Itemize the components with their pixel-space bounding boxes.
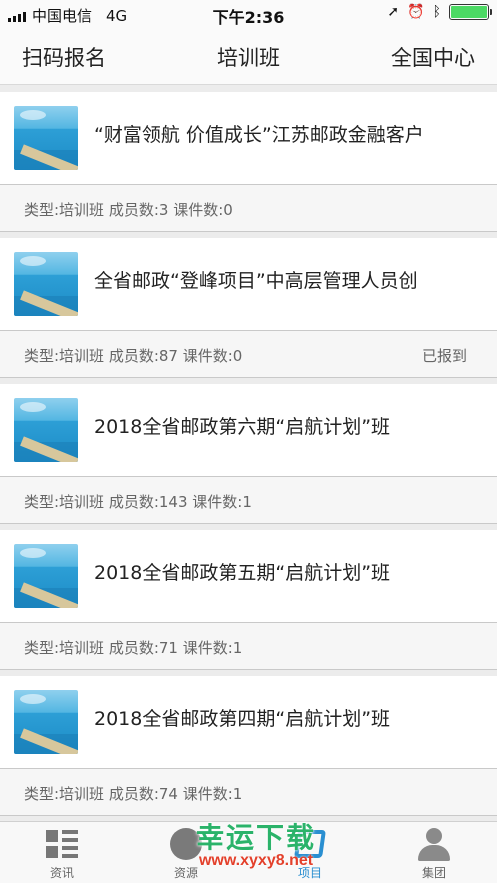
course-meta-row: 类型:培训班 成员数:71 课件数:1 xyxy=(0,622,497,670)
nav-bar: 扫码报名 培训班 全国中心 xyxy=(0,28,497,85)
tab-label: 集团 xyxy=(421,866,446,880)
tab-news[interactable]: 资讯 xyxy=(0,828,124,883)
news-icon xyxy=(44,828,80,862)
course-title: 2018全省邮政第五期“启航计划”班 xyxy=(94,562,391,584)
course-meta: 类型:培训班 成员数:87 课件数:0 xyxy=(24,347,243,365)
course-title: 2018全省邮政第六期“启航计划”班 xyxy=(94,416,391,438)
course-title: “财富领航 价值成长”江苏邮政金融客户 xyxy=(94,124,424,146)
course-list: “财富领航 价值成长”江苏邮政金融客户 类型:培训班 成员数:3 课件数:0 全… xyxy=(0,92,497,822)
battery-icon xyxy=(449,4,492,20)
bluetooth-icon: ᛒ xyxy=(432,4,441,20)
course-thumbnail xyxy=(14,252,78,316)
status-bar: 中国电信 4G 下午2:36 ➚ ⏰ ᛒ xyxy=(0,0,497,28)
list-item[interactable]: “财富领航 价值成长”江苏邮政金融客户 类型:培训班 成员数:3 课件数:0 xyxy=(0,92,497,232)
watermark: 幸运下载 www.xyxy8.net xyxy=(176,816,336,876)
group-icon xyxy=(416,828,452,862)
course-thumbnail xyxy=(14,690,78,754)
course-thumbnail xyxy=(14,398,78,462)
course-title: 2018全省邮政第四期“启航计划”班 xyxy=(94,708,391,730)
list-item[interactable]: 2018全省邮政第六期“启航计划”班 类型:培训班 成员数:143 课件数:1 xyxy=(0,384,497,524)
course-meta: 类型:培训班 成员数:3 课件数:0 xyxy=(24,201,233,219)
alarm-icon: ⏰ xyxy=(407,4,425,20)
course-meta: 类型:培训班 成员数:143 课件数:1 xyxy=(24,493,252,511)
list-item[interactable]: 全省邮政“登峰项目”中高层管理人员创 类型:培训班 成员数:87 课件数:0 已… xyxy=(0,238,497,378)
course-meta-row: 类型:培训班 成员数:3 课件数:0 xyxy=(0,184,497,232)
course-meta: 类型:培训班 成员数:71 课件数:1 xyxy=(24,639,243,657)
course-meta-row: 类型:培训班 成员数:74 课件数:1 xyxy=(0,768,497,816)
course-thumbnail xyxy=(14,544,78,608)
list-item[interactable]: 2018全省邮政第五期“启航计划”班 类型:培训班 成员数:71 课件数:1 xyxy=(0,530,497,670)
status-right: ➚ ⏰ ᛒ xyxy=(387,4,492,20)
location-icon: ➚ xyxy=(387,4,400,20)
status-badge: 已报到 xyxy=(421,347,467,365)
tab-label: 资讯 xyxy=(49,866,74,880)
watermark-url: www.xyxy8.net xyxy=(198,852,314,869)
list-item[interactable]: 2018全省邮政第四期“启航计划”班 类型:培训班 成员数:74 课件数:1 xyxy=(0,676,497,816)
course-meta-row: 类型:培训班 成员数:143 课件数:1 xyxy=(0,476,497,524)
national-center-button[interactable]: 全国中心 xyxy=(391,42,475,72)
course-thumbnail xyxy=(14,106,78,170)
course-title: 全省邮政“登峰项目”中高层管理人员创 xyxy=(94,270,418,292)
watermark-title: 幸运下载 xyxy=(195,821,316,854)
course-meta: 类型:培训班 成员数:74 课件数:1 xyxy=(24,785,243,803)
tab-group[interactable]: 集团 xyxy=(372,828,496,883)
course-meta-row: 类型:培训班 成员数:87 课件数:0 已报到 xyxy=(0,330,497,378)
